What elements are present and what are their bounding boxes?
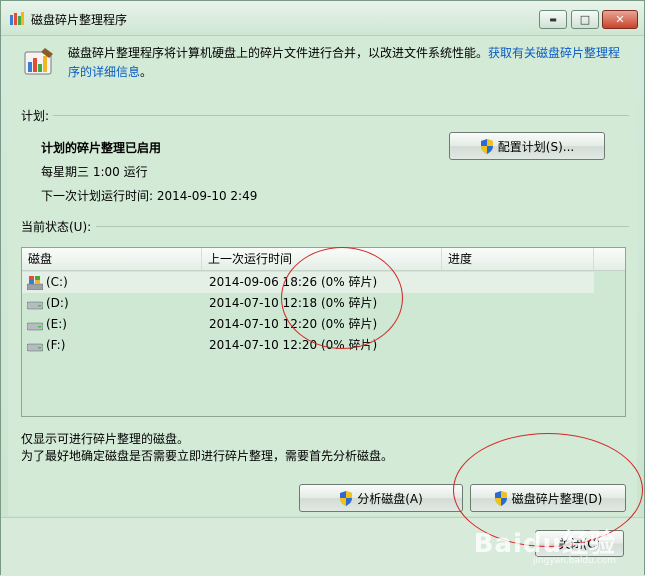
close-icon: ✕ xyxy=(615,13,625,26)
column-header-disk[interactable]: 磁盘 xyxy=(22,248,202,270)
close-window-button[interactable]: ✕ xyxy=(602,10,638,29)
column-header-last-run[interactable]: 上一次运行时间 xyxy=(202,248,442,270)
column-header-progress[interactable]: 进度 xyxy=(442,248,594,270)
disk-row-d[interactable]: (D:) 2014-07-10 12:18 (0% 碎片) xyxy=(22,293,625,314)
maximize-button[interactable]: □ xyxy=(571,10,599,29)
more-info-link-text-1: 获取有关磁盘碎片整理程 xyxy=(488,46,621,60)
uac-shield-icon xyxy=(340,490,353,506)
disk-last-run: 2014-07-10 12:20 (0% 碎片) xyxy=(209,338,378,352)
uac-shield-icon xyxy=(494,490,507,506)
schedule-frequency: 每星期三 1:00 运行 xyxy=(41,165,148,179)
analyze-disk-label: 分析磁盘(A) xyxy=(357,491,423,506)
disk-name: (E:) xyxy=(46,317,67,331)
more-info-link-text-2: 序的详细信息 xyxy=(68,65,141,79)
disk-name: (F:) xyxy=(46,338,66,352)
title-bar[interactable]: 磁盘碎片整理程序 ▬ □ ✕ xyxy=(1,1,644,36)
note-line-1: 仅显示可进行碎片整理的磁盘。 xyxy=(21,432,190,446)
disk-name: (C:) xyxy=(46,275,68,289)
uac-shield-icon xyxy=(480,138,493,154)
disk-last-run: 2014-07-10 12:20 (0% 碎片) xyxy=(209,317,378,331)
link-suffix: 。 xyxy=(140,65,153,79)
minimize-icon: ▬ xyxy=(549,15,557,24)
note-line-2: 为了最好地确定磁盘是否需要立即进行碎片整理，需要首先分析磁盘。 xyxy=(21,449,394,463)
status-separator xyxy=(96,226,629,227)
watermark-brand: Baidu经验 xyxy=(473,529,616,559)
configure-schedule-label: 配置计划(S)... xyxy=(497,139,575,154)
defrag-app-icon xyxy=(10,12,24,25)
intro-text: 磁盘碎片整理程序将计算机硬盘上的碎片文件进行合并，以改进文件系统性能。获取有关磁… xyxy=(68,44,628,82)
defrag-tool-icon xyxy=(24,48,53,75)
defragment-disk-button[interactable]: 磁盘碎片整理(D) xyxy=(470,484,626,512)
defrag-window: 磁盘碎片整理程序 ▬ □ ✕ 磁盘碎片整理程序将计算机硬盘上的碎片文件进行合并，… xyxy=(0,0,645,576)
intro-description: 磁盘碎片整理程序将计算机硬盘上的碎片文件进行合并，以改进文件系统性能。 xyxy=(68,46,489,60)
disk-list-header: 磁盘 上一次运行时间 进度 xyxy=(22,248,625,271)
watermark: Baidu经验 jingyan.baidu.com xyxy=(474,523,616,566)
disk-name: (D:) xyxy=(46,296,69,310)
disk-row-e[interactable]: (E:) 2014-07-10 12:20 (0% 碎片) xyxy=(22,314,625,335)
hard-drive-icon xyxy=(27,322,43,331)
configure-schedule-button[interactable]: 配置计划(S)... xyxy=(449,132,605,160)
schedule-status: 计划的碎片整理已启用 xyxy=(41,141,162,155)
analyze-disk-button[interactable]: 分析磁盘(A) xyxy=(299,484,463,512)
hard-drive-icon xyxy=(27,301,43,310)
hard-drive-icon xyxy=(27,343,43,352)
disk-row-f[interactable]: (F:) 2014-07-10 12:20 (0% 碎片) xyxy=(22,335,625,356)
disk-last-run: 2014-07-10 12:18 (0% 碎片) xyxy=(209,296,378,310)
schedule-separator xyxy=(53,115,629,116)
system-drive-icon xyxy=(27,276,43,290)
maximize-icon: □ xyxy=(579,13,591,26)
disk-row-c[interactable]: (C:) 2014-09-06 18:26 (0% 碎片) xyxy=(22,272,594,293)
window-title: 磁盘碎片整理程序 xyxy=(31,13,128,27)
disk-list[interactable]: 磁盘 上一次运行时间 进度 (C:) 2014-09-06 18:26 (0% … xyxy=(21,247,626,417)
schedule-group-label: 计划: xyxy=(21,109,50,123)
minimize-button[interactable]: ▬ xyxy=(539,10,567,29)
current-status-group-label: 当前状态(U): xyxy=(21,220,92,234)
schedule-next-run: 下一次计划运行时间: 2014-09-10 2:49 xyxy=(41,189,258,203)
defragment-disk-label: 磁盘碎片整理(D) xyxy=(511,491,603,506)
disk-last-run: 2014-09-06 18:26 (0% 碎片) xyxy=(209,275,378,289)
